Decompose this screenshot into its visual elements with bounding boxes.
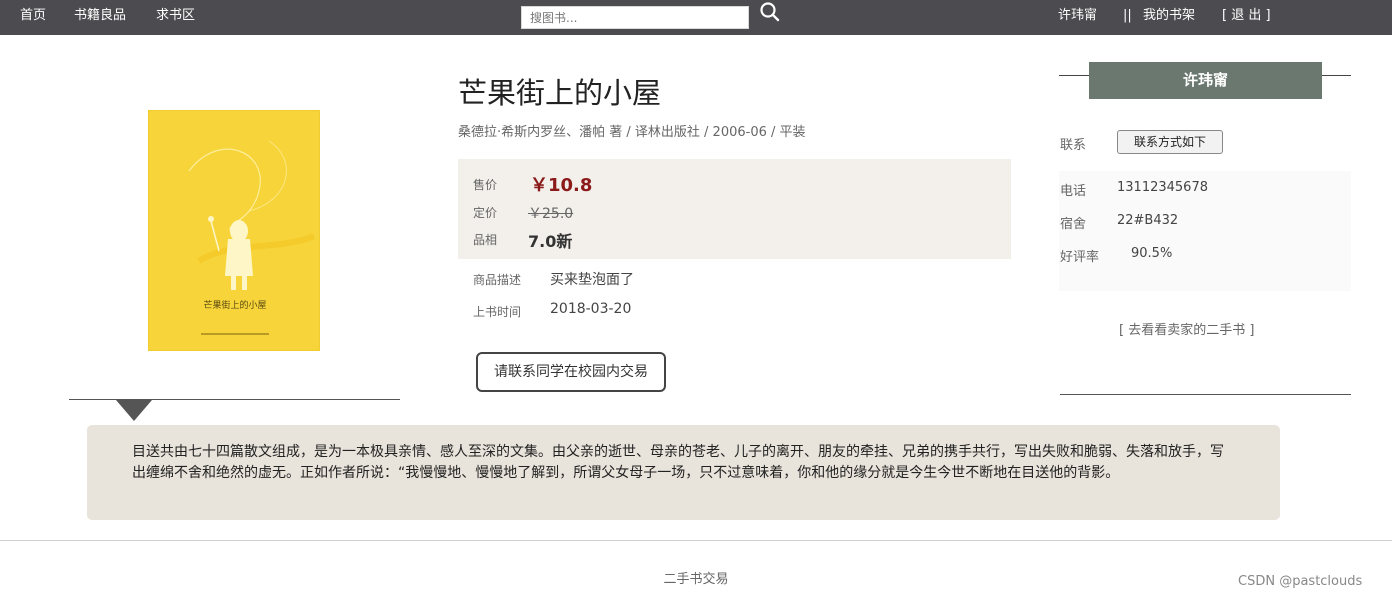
seller-header-line-right xyxy=(1321,75,1351,76)
sale-price-value: ￥10.8 xyxy=(530,175,593,196)
cover-title-text: 芒果街上的小屋 xyxy=(203,301,267,311)
cover-pointer-triangle xyxy=(116,400,152,421)
book-description-text: 目送共由七十四篇散文组成，是为一本极具亲情、感人至深的文集。由父亲的逝世、母亲的… xyxy=(132,444,1224,481)
book-title: 芒果街上的小屋 xyxy=(458,76,662,110)
seller-name-header: 许玮甯 xyxy=(1089,62,1322,99)
cover-author-line xyxy=(201,333,269,335)
price-panel: 售价 ￥10.8 定价 ￥25.0 品相 7.0新 xyxy=(458,159,1011,259)
search-icon[interactable] xyxy=(759,1,781,23)
seller-phone-label: 电话 xyxy=(1060,184,1087,199)
footer-divider xyxy=(0,540,1392,541)
csdn-watermark: CSDN @pastclouds xyxy=(1238,574,1363,589)
condition-label: 品相 xyxy=(473,233,498,247)
condition-value: 7.0新 xyxy=(528,232,573,251)
list-price-value: ￥25.0 xyxy=(528,206,574,222)
book-cover-image: 芒果街上的小屋 xyxy=(148,110,320,351)
nav-home-link[interactable]: 首页 xyxy=(20,0,46,35)
seller-rating-label: 好评率 xyxy=(1060,250,1100,265)
contact-campus-button[interactable]: 请联系同学在校园内交易 xyxy=(476,352,666,392)
nav-user-link[interactable]: 许玮甯 xyxy=(1058,0,1097,35)
book-meta-info: 桑德拉·希斯内罗丝、潘帕 著 / 译林出版社 / 2006-06 / 平装 xyxy=(458,125,806,140)
book-description-panel: 目送共由七十四篇散文组成，是为一本极具亲情、感人至深的文集。由父亲的逝世、母亲的… xyxy=(87,425,1280,520)
footer-text: 二手书交易 xyxy=(663,572,729,587)
seller-more-books-link[interactable]: [ 去看看卖家的二手书 ] xyxy=(1119,319,1254,338)
seller-header-line-left xyxy=(1059,75,1090,76)
nav-divider: || xyxy=(1123,8,1132,23)
search-input[interactable] xyxy=(521,6,749,29)
contact-info-button[interactable]: 联系方式如下 xyxy=(1117,130,1223,154)
seller-dorm-value: 22#B432 xyxy=(1117,213,1179,228)
seller-rating-value: 90.5% xyxy=(1131,246,1173,261)
listed-date-value: 2018-03-20 xyxy=(550,301,632,317)
nav-my-shelf-link[interactable]: 我的书架 xyxy=(1143,0,1195,35)
seller-info-panel: 电话 13112345678 宿舍 22#B432 好评率 90.5% xyxy=(1059,171,1351,291)
listed-date-label: 上书时间 xyxy=(473,305,522,319)
seller-dorm-label: 宿舍 xyxy=(1060,217,1087,232)
seller-contact-label: 联系 xyxy=(1060,138,1087,153)
product-desc-value: 买来垫泡面了 xyxy=(550,272,634,288)
nav-logout-link[interactable]: [ 退 出 ] xyxy=(1222,0,1271,35)
seller-phone-value: 13112345678 xyxy=(1117,180,1208,195)
seller-bottom-line xyxy=(1060,394,1351,395)
nav-wanted-link[interactable]: 求书区 xyxy=(156,0,195,35)
sale-price-label: 售价 xyxy=(473,178,498,192)
list-price-label: 定价 xyxy=(473,206,498,220)
product-desc-label: 商品描述 xyxy=(473,273,522,287)
top-nav-bar: 首页 书籍良品 求书区 许玮甯 || 我的书架 [ 退 出 ] xyxy=(0,0,1392,35)
nav-books-link[interactable]: 书籍良品 xyxy=(74,0,126,35)
